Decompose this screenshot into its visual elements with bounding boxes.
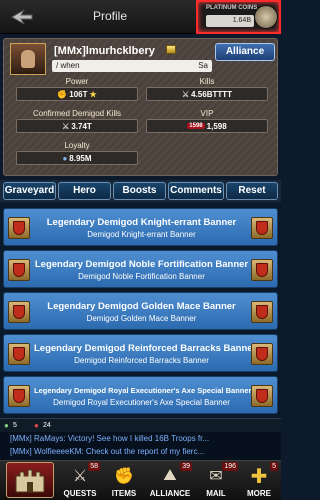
banner-icon (8, 385, 30, 407)
nav-items-label: ITEMS (111, 489, 137, 498)
messages-count: 24 (43, 422, 51, 429)
loyalty-box: ● 8.95M (16, 151, 138, 165)
banner-title: Legendary Demigod Reinforced Barracks Ba… (34, 343, 257, 354)
list-item[interactable]: Legendary Demigod Noble Fortification Ba… (3, 250, 278, 288)
back-button[interactable] (8, 6, 36, 28)
chat-message: [MMx] WolfieeeeKM: Check out the report … (10, 447, 205, 456)
online-users-icon: ● (4, 421, 9, 430)
banner-icon (251, 385, 273, 407)
alliance-button[interactable]: Alliance (215, 43, 275, 61)
status-bar: ● 5 ● 24 (0, 418, 281, 432)
coins-value: 1.64B (206, 15, 254, 27)
list-item[interactable]: Legendary Demigod Reinforced Barracks Ba… (3, 334, 278, 372)
platinum-coins-panel[interactable]: PLATINUM COINS 1.64B (196, 0, 281, 34)
nav-quests[interactable]: ⚔ 58 QUESTS (58, 461, 102, 500)
mail-badge: 196 (222, 462, 238, 471)
banner-icon (251, 259, 273, 281)
confirmed-kills-value: 3.74T (71, 121, 92, 131)
tab-reset[interactable]: Reset (226, 182, 278, 200)
nav-quests-label: QUESTS (63, 489, 97, 498)
nav-mail[interactable]: ✉ 196 MAIL (194, 461, 238, 500)
page-title: Profile (92, 9, 127, 23)
power-value-box: ✊ 106T ★ (16, 87, 138, 101)
more-badge: 5 (270, 462, 278, 471)
vip-badge-icon: 1598 (187, 123, 205, 129)
nav-alliance-label: ALLIANCE (149, 489, 191, 498)
list-item[interactable]: Legendary Demigod Knight-errant Banner D… (3, 208, 278, 246)
items-icon: ✊ (114, 468, 134, 485)
back-arrow-icon (11, 9, 33, 25)
banner-icon (251, 217, 273, 239)
kills-value: 4.56BTTTT (191, 89, 233, 99)
banner-title: Legendary Demigod Golden Mace Banner (47, 301, 236, 312)
banner-icon (8, 301, 30, 323)
loyalty-label: Loyalty (64, 141, 90, 150)
vip-box: 1598 1,598 (146, 119, 268, 133)
player-name: [MMx]lmurhcklbery (54, 45, 155, 57)
kills-value-box: ⚔ 4.56BTTTT (146, 87, 268, 101)
alliance-badge: 39 (180, 462, 192, 471)
nav-mail-label: MAIL (206, 489, 226, 498)
profile-tabs: Graveyard Hero Boosts Comments Reset (0, 180, 281, 202)
banner-title: Legendary Demigod Noble Fortification Ba… (34, 259, 249, 270)
list-item[interactable]: Legendary Demigod Royal Executioner's Ax… (3, 376, 278, 414)
nav-more[interactable]: ✚ 5 MORE (238, 461, 280, 500)
banner-subtitle: Demigod Knight-errant Banner (87, 230, 196, 239)
banner-icon (8, 217, 30, 239)
tab-graveyard[interactable]: Graveyard (3, 182, 56, 200)
home-button[interactable] (6, 462, 54, 498)
banner-title: Legendary Demigod Royal Executioner's Ax… (34, 386, 252, 395)
loyalty-value: 8.95M (69, 153, 92, 163)
kills-label: Kills (199, 77, 215, 86)
power-icon: ✊ (57, 89, 68, 99)
power-value: 106T (69, 89, 88, 99)
banner-subtitle: Demigod Royal Executioner's Axe Special … (53, 398, 230, 407)
banner-icon (8, 259, 30, 281)
tab-comments[interactable]: Comments (168, 182, 224, 200)
alliance-icon: ⛰ (163, 467, 177, 484)
banner-subtitle: Demigod Reinforced Barracks Banner (74, 356, 209, 365)
banner-icon (251, 301, 273, 323)
power-label: Power (65, 77, 89, 86)
banner-subtitle: Demigod Noble Fortification Banner (78, 272, 205, 281)
crossed-swords-icon: ⚔ (62, 121, 70, 131)
vip-label: VIP (200, 109, 214, 118)
online-users-count: 5 (13, 422, 17, 429)
list-item[interactable]: Legendary Demigod Golden Mace Banner Dem… (3, 292, 278, 330)
crossed-swords-icon: ⚔ (181, 89, 190, 99)
banner-icon (251, 343, 273, 365)
chat-preview[interactable]: [MMx] RaMays: Victory! See how I killed … (0, 432, 281, 460)
star-icon: ★ (89, 89, 97, 99)
loyalty-icon: ● (62, 153, 68, 163)
plus-icon: ✚ (250, 465, 268, 488)
profile-panel: [MMx]lmurhcklbery Alliance / when Sa Pow… (3, 38, 278, 176)
motto-tail-text: Sa (198, 61, 208, 70)
confirmed-kills-label: Confirmed Demigod Kills (32, 109, 122, 118)
tab-boosts[interactable]: Boosts (113, 182, 166, 200)
chat-message: [MMx] RaMays: Victory! See how I killed … (10, 434, 210, 443)
rank-badge-icon (166, 45, 176, 54)
banner-title: Legendary Demigod Knight-errant Banner (46, 217, 237, 228)
nav-items[interactable]: ✊ ITEMS (102, 461, 146, 500)
vip-value: 1,598 (206, 121, 227, 131)
motto-text: / when (56, 61, 80, 70)
banner-list: Legendary Demigod Knight-errant Banner D… (0, 204, 281, 418)
confirmed-kills-box: ⚔ 3.74T (16, 119, 138, 133)
coins-label: PLATINUM COINS (206, 5, 258, 11)
coin-icon (254, 5, 278, 29)
castle-icon (15, 469, 45, 493)
tab-hero[interactable]: Hero (58, 182, 111, 200)
nav-alliance[interactable]: ⛰ 39 ALLIANCE (146, 461, 194, 500)
banner-icon (8, 343, 30, 365)
avatar[interactable] (10, 43, 46, 75)
banner-subtitle: Demigod Golden Mace Banner (86, 314, 197, 323)
top-bar: Profile PLATINUM COINS 1.64B (0, 0, 281, 34)
nav-more-label: MORE (247, 489, 271, 498)
motto-field[interactable]: / when Sa (52, 60, 212, 72)
quests-badge: 58 (88, 462, 100, 471)
messages-icon: ● (34, 421, 39, 430)
